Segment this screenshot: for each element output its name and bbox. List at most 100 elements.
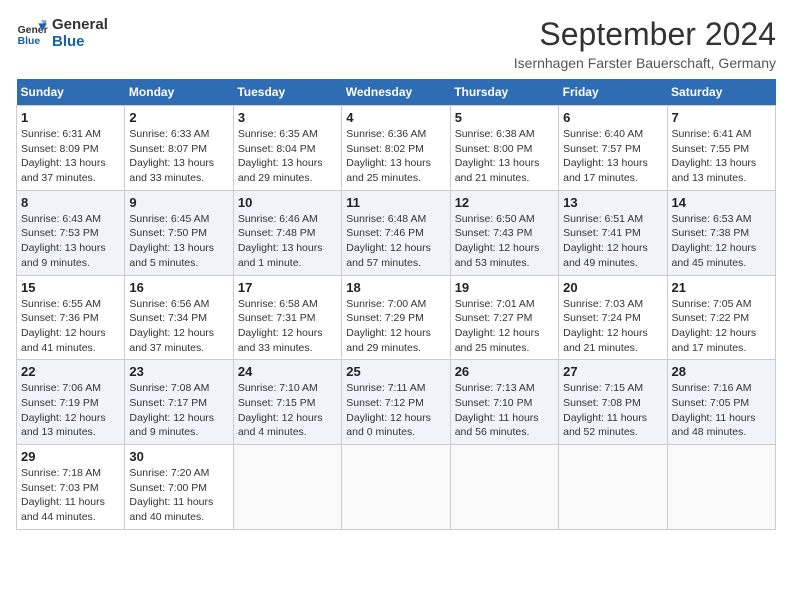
calendar-cell (450, 445, 558, 530)
day-number: 5 (455, 110, 554, 125)
calendar-table: SundayMondayTuesdayWednesdayThursdayFrid… (16, 79, 776, 530)
calendar-cell: 20 Sunrise: 7:03 AM Sunset: 7:24 PM Dayli… (559, 275, 667, 360)
day-info: Sunrise: 7:13 AM Sunset: 7:10 PM Dayligh… (455, 381, 554, 440)
calendar-cell: 8 Sunrise: 6:43 AM Sunset: 7:53 PM Daylig… (17, 190, 125, 275)
calendar-cell: 13 Sunrise: 6:51 AM Sunset: 7:41 PM Dayli… (559, 190, 667, 275)
day-number: 6 (563, 110, 662, 125)
weekday-header-saturday: Saturday (667, 79, 775, 106)
calendar-cell: 12Sunrise: 6:50 AM Sunset: 7:43 PM Dayli… (450, 190, 558, 275)
day-info: Sunrise: 6:48 AM Sunset: 7:46 PM Dayligh… (346, 212, 445, 271)
calendar-cell (342, 445, 450, 530)
day-info: Sunrise: 6:53 AM Sunset: 7:38 PM Dayligh… (672, 212, 771, 271)
calendar-cell: 10 Sunrise: 6:46 AM Sunset: 7:48 PM Dayli… (233, 190, 341, 275)
day-info: Sunrise: 7:00 AM Sunset: 7:29 PM Dayligh… (346, 297, 445, 356)
day-info: Sunrise: 6:51 AM Sunset: 7:41 PM Dayligh… (563, 212, 662, 271)
title-block: September 2024 Isernhagen Farster Bauers… (514, 16, 776, 71)
svg-text:Blue: Blue (18, 36, 41, 47)
calendar-cell (559, 445, 667, 530)
day-info: Sunrise: 6:58 AM Sunset: 7:31 PM Dayligh… (238, 297, 337, 356)
calendar-cell: 3Sunrise: 6:35 AM Sunset: 8:04 PM Daylig… (233, 106, 341, 191)
day-info: Sunrise: 6:43 AM Sunset: 7:53 PM Dayligh… (21, 212, 120, 271)
week-row-1: 1Sunrise: 6:31 AM Sunset: 8:09 PM Daylig… (17, 106, 776, 191)
calendar-cell: 19 Sunrise: 7:01 AM Sunset: 7:27 PM Dayli… (450, 275, 558, 360)
day-number: 12 (455, 195, 554, 210)
calendar-cell: 1Sunrise: 6:31 AM Sunset: 8:09 PM Daylig… (17, 106, 125, 191)
day-number: 16 (129, 280, 228, 295)
weekday-header-wednesday: Wednesday (342, 79, 450, 106)
calendar-cell: 18Sunrise: 7:00 AM Sunset: 7:29 PM Dayli… (342, 275, 450, 360)
calendar-cell: 28 Sunrise: 7:16 AM Sunset: 7:05 PM Dayli… (667, 360, 775, 445)
calendar-cell: 6 Sunrise: 6:40 AM Sunset: 7:57 PM Daylig… (559, 106, 667, 191)
weekday-header-monday: Monday (125, 79, 233, 106)
day-info: Sunrise: 6:36 AM Sunset: 8:02 PM Dayligh… (346, 127, 445, 186)
calendar-cell: 17 Sunrise: 6:58 AM Sunset: 7:31 PM Dayli… (233, 275, 341, 360)
weekday-header-thursday: Thursday (450, 79, 558, 106)
calendar-cell: 9Sunrise: 6:45 AM Sunset: 7:50 PM Daylig… (125, 190, 233, 275)
day-number: 23 (129, 364, 228, 379)
weekday-header-row: SundayMondayTuesdayWednesdayThursdayFrid… (17, 79, 776, 106)
day-info: Sunrise: 7:05 AM Sunset: 7:22 PM Dayligh… (672, 297, 771, 356)
calendar-cell: 11 Sunrise: 6:48 AM Sunset: 7:46 PM Dayli… (342, 190, 450, 275)
day-number: 19 (455, 280, 554, 295)
day-info: Sunrise: 6:38 AM Sunset: 8:00 PM Dayligh… (455, 127, 554, 186)
day-info: Sunrise: 7:10 AM Sunset: 7:15 PM Dayligh… (238, 381, 337, 440)
calendar-cell: 4 Sunrise: 6:36 AM Sunset: 8:02 PM Daylig… (342, 106, 450, 191)
day-number: 8 (21, 195, 120, 210)
day-number: 9 (129, 195, 228, 210)
calendar-cell (233, 445, 341, 530)
day-number: 25 (346, 364, 445, 379)
day-number: 4 (346, 110, 445, 125)
weekday-header-tuesday: Tuesday (233, 79, 341, 106)
day-info: Sunrise: 7:20 AM Sunset: 7:00 PM Dayligh… (129, 466, 228, 525)
day-number: 13 (563, 195, 662, 210)
day-number: 20 (563, 280, 662, 295)
calendar-cell: 30 Sunrise: 7:20 AM Sunset: 7:00 PM Dayli… (125, 445, 233, 530)
day-info: Sunrise: 6:33 AM Sunset: 8:07 PM Dayligh… (129, 127, 228, 186)
day-number: 29 (21, 449, 120, 464)
calendar-cell: 21Sunrise: 7:05 AM Sunset: 7:22 PM Dayli… (667, 275, 775, 360)
day-info: Sunrise: 7:06 AM Sunset: 7:19 PM Dayligh… (21, 381, 120, 440)
location: Isernhagen Farster Bauerschaft, Germany (514, 55, 776, 71)
calendar-cell: 5 Sunrise: 6:38 AM Sunset: 8:00 PM Daylig… (450, 106, 558, 191)
calendar-cell: 25 Sunrise: 7:11 AM Sunset: 7:12 PM Dayli… (342, 360, 450, 445)
day-number: 10 (238, 195, 337, 210)
day-number: 2 (129, 110, 228, 125)
logo: General Blue General Blue (16, 16, 108, 51)
month-title: September 2024 (514, 16, 776, 53)
day-info: Sunrise: 7:03 AM Sunset: 7:24 PM Dayligh… (563, 297, 662, 356)
logo-line1: General (52, 16, 108, 33)
day-number: 3 (238, 110, 337, 125)
page-header: General Blue General Blue September 2024… (16, 16, 776, 71)
calendar-cell: 27Sunrise: 7:15 AM Sunset: 7:08 PM Dayli… (559, 360, 667, 445)
day-info: Sunrise: 7:16 AM Sunset: 7:05 PM Dayligh… (672, 381, 771, 440)
day-info: Sunrise: 6:46 AM Sunset: 7:48 PM Dayligh… (238, 212, 337, 271)
day-number: 28 (672, 364, 771, 379)
calendar-cell: 14Sunrise: 6:53 AM Sunset: 7:38 PM Dayli… (667, 190, 775, 275)
weekday-header-sunday: Sunday (17, 79, 125, 106)
day-number: 22 (21, 364, 120, 379)
calendar-cell: 15Sunrise: 6:55 AM Sunset: 7:36 PM Dayli… (17, 275, 125, 360)
day-number: 11 (346, 195, 445, 210)
calendar-cell: 23Sunrise: 7:08 AM Sunset: 7:17 PM Dayli… (125, 360, 233, 445)
week-row-4: 22 Sunrise: 7:06 AM Sunset: 7:19 PM Dayli… (17, 360, 776, 445)
week-row-5: 29 Sunrise: 7:18 AM Sunset: 7:03 PM Dayli… (17, 445, 776, 530)
calendar-cell: 2 Sunrise: 6:33 AM Sunset: 8:07 PM Daylig… (125, 106, 233, 191)
day-info: Sunrise: 6:40 AM Sunset: 7:57 PM Dayligh… (563, 127, 662, 186)
day-info: Sunrise: 7:11 AM Sunset: 7:12 PM Dayligh… (346, 381, 445, 440)
calendar-cell (667, 445, 775, 530)
logo-icon: General Blue (16, 17, 48, 49)
day-number: 15 (21, 280, 120, 295)
calendar-cell: 29 Sunrise: 7:18 AM Sunset: 7:03 PM Dayli… (17, 445, 125, 530)
day-number: 26 (455, 364, 554, 379)
calendar-cell: 24Sunrise: 7:10 AM Sunset: 7:15 PM Dayli… (233, 360, 341, 445)
calendar-cell: 22 Sunrise: 7:06 AM Sunset: 7:19 PM Dayli… (17, 360, 125, 445)
day-number: 30 (129, 449, 228, 464)
weekday-header-friday: Friday (559, 79, 667, 106)
week-row-3: 15Sunrise: 6:55 AM Sunset: 7:36 PM Dayli… (17, 275, 776, 360)
day-info: Sunrise: 7:15 AM Sunset: 7:08 PM Dayligh… (563, 381, 662, 440)
day-info: Sunrise: 6:31 AM Sunset: 8:09 PM Dayligh… (21, 127, 120, 186)
calendar-cell: 26 Sunrise: 7:13 AM Sunset: 7:10 PM Dayli… (450, 360, 558, 445)
day-info: Sunrise: 7:01 AM Sunset: 7:27 PM Dayligh… (455, 297, 554, 356)
day-info: Sunrise: 7:18 AM Sunset: 7:03 PM Dayligh… (21, 466, 120, 525)
day-number: 17 (238, 280, 337, 295)
